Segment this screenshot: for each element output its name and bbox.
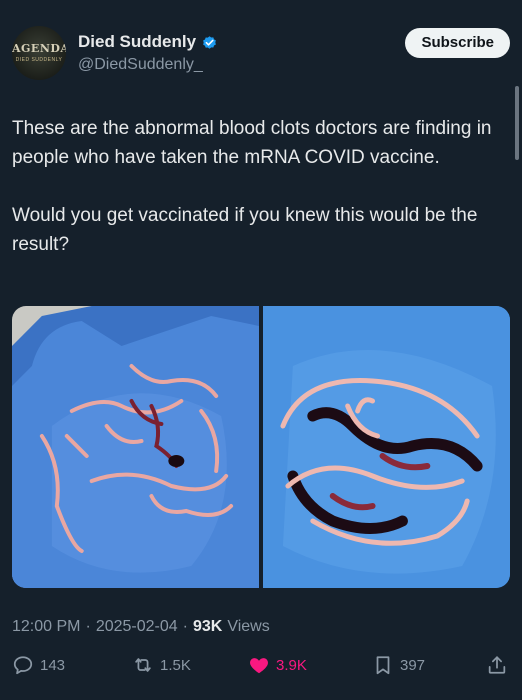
bookmark-button[interactable]: 397 xyxy=(372,654,425,676)
tweet-paragraph: Would you get vaccinated if you knew thi… xyxy=(12,205,478,255)
blood-clots-on-glove-image xyxy=(12,306,259,588)
author-handle[interactable]: @DiedSuddenly_ xyxy=(78,56,203,74)
views-count: 93K xyxy=(192,618,223,635)
clot-mass-on-glove-image xyxy=(263,306,510,588)
tweet-date[interactable]: 2025-02-04 xyxy=(96,618,178,636)
avatar[interactable]: AGENDA DIED SUDDENLY xyxy=(12,26,66,80)
author-display-name[interactable]: Died Suddenly xyxy=(78,32,196,52)
reply-button[interactable]: 143 xyxy=(12,654,65,676)
avatar-logo-subtext: DIED SUDDENLY xyxy=(15,57,63,63)
meta-separator: · xyxy=(85,618,91,635)
heart-icon xyxy=(250,658,268,674)
bookmark-count: 397 xyxy=(400,656,426,674)
bookmark-icon xyxy=(376,656,390,675)
share-button[interactable] xyxy=(486,654,508,676)
subscribe-button[interactable]: Subscribe xyxy=(405,28,510,58)
repost-button[interactable]: 1.5K xyxy=(132,654,191,676)
media-image-left[interactable] xyxy=(12,306,259,588)
tweet-media[interactable] xyxy=(12,306,510,588)
repost-count: 1.5K xyxy=(160,656,191,674)
media-image-right[interactable] xyxy=(263,306,510,588)
tweet-header: AGENDA DIED SUDDENLY Died Suddenly @Died… xyxy=(12,26,510,82)
scrollbar[interactable] xyxy=(515,86,519,160)
tweet-meta: 12:00 PM · 2025-02-04 · 93K Views xyxy=(12,618,270,636)
tweet-paragraph: These are the abnormal blood clots docto… xyxy=(12,118,492,168)
tweet-time[interactable]: 12:00 PM xyxy=(12,618,80,636)
avatar-logo-text: AGENDA xyxy=(12,42,66,55)
like-button[interactable]: 3.9K xyxy=(248,654,307,676)
share-icon xyxy=(488,656,506,674)
tweet-text: These are the abnormal blood clots docto… xyxy=(12,114,506,288)
action-bar: 143 1.5K 3.9K 397 xyxy=(12,654,510,684)
meta-separator: · xyxy=(182,618,188,635)
like-count: 3.9K xyxy=(276,656,307,674)
verified-badge-icon xyxy=(201,34,218,51)
name-row: Died Suddenly xyxy=(78,32,218,52)
repost-icon xyxy=(135,658,151,672)
reply-icon xyxy=(13,656,33,675)
views-label: Views xyxy=(227,618,270,635)
reply-count: 143 xyxy=(40,656,66,674)
